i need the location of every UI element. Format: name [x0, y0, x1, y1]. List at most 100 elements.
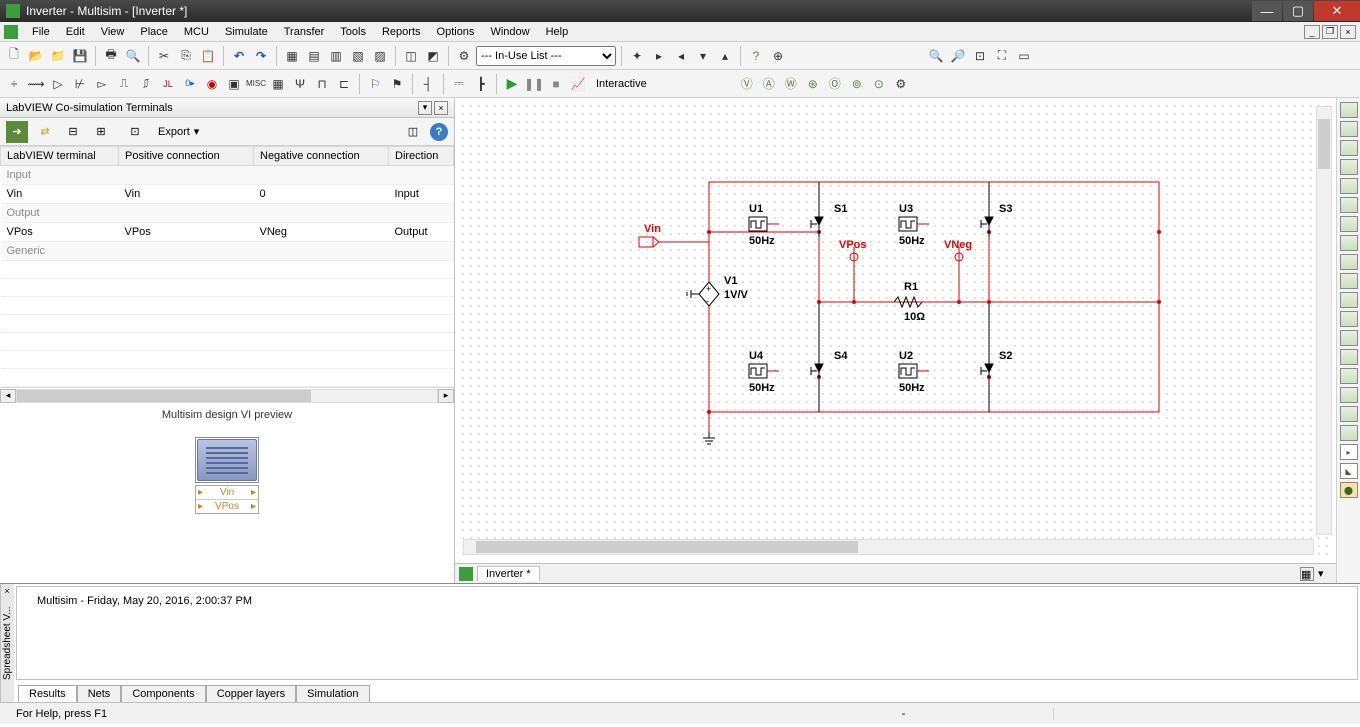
- tb-icon-8[interactable]: ⚙: [454, 46, 474, 66]
- tab-simulation[interactable]: Simulation: [296, 685, 369, 702]
- menu-tools[interactable]: Tools: [332, 24, 374, 40]
- interactive-icon[interactable]: 📈: [568, 74, 588, 94]
- col-terminal[interactable]: LabVIEW terminal: [1, 147, 119, 166]
- comp-indicator-icon[interactable]: ◉: [202, 74, 222, 94]
- comp-power-icon[interactable]: ▣: [224, 74, 244, 94]
- save-icon[interactable]: 💾: [70, 46, 90, 66]
- pause-icon[interactable]: ❚❚: [524, 74, 544, 94]
- add-in-icon[interactable]: ⊟: [62, 121, 84, 143]
- open-icon[interactable]: 📂: [26, 46, 46, 66]
- instr-ag-scope-icon[interactable]: [1340, 406, 1358, 422]
- instr-icon-5[interactable]: Ⓞ: [825, 74, 845, 94]
- tb-icon-3[interactable]: ▥: [326, 46, 346, 66]
- doc-tab[interactable]: Inverter *: [477, 566, 540, 581]
- instr-iv-icon[interactable]: [1340, 292, 1358, 308]
- table-row[interactable]: VinVin0Input: [1, 185, 454, 204]
- comp-cmos-icon[interactable]: ⎎: [136, 74, 156, 94]
- tb2-icon-1[interactable]: ⎓: [449, 74, 469, 94]
- instr-icon-6[interactable]: ⊚: [847, 74, 867, 94]
- instr-spec-icon[interactable]: [1340, 330, 1358, 346]
- instr-icon-7[interactable]: ⊙: [869, 74, 889, 94]
- table-hscroll[interactable]: ◂▸: [0, 387, 454, 403]
- window-icon[interactable]: ◫: [402, 121, 424, 143]
- menu-help[interactable]: Help: [538, 24, 577, 40]
- minimize-button[interactable]: —: [1252, 1, 1282, 21]
- spreadsheet-side-tab[interactable]: Spreadsheet V... ×: [0, 584, 14, 702]
- instr-icon-4[interactable]: ⊛: [803, 74, 823, 94]
- config-icon[interactable]: ⊡: [124, 121, 146, 143]
- comp-misc-icon[interactable]: JL: [158, 74, 178, 94]
- mdi-minimize[interactable]: _: [1304, 25, 1320, 39]
- instr-dist-icon[interactable]: [1340, 311, 1358, 327]
- comp-ttl-icon[interactable]: ⎍: [114, 74, 134, 94]
- comp-source-icon[interactable]: ÷: [4, 74, 24, 94]
- tb-icon-1[interactable]: ▦: [282, 46, 302, 66]
- comp-mcu-icon[interactable]: ⚐: [365, 74, 385, 94]
- instr-icon-2[interactable]: Ⓐ: [759, 74, 779, 94]
- tb-icon-11[interactable]: ◂: [671, 46, 691, 66]
- instr-funcgen-icon[interactable]: [1340, 121, 1358, 137]
- export-button[interactable]: Export ▾: [152, 123, 205, 140]
- paste-icon[interactable]: 📋: [198, 46, 218, 66]
- instr-logicconv-icon[interactable]: [1340, 273, 1358, 289]
- tb-icon-6[interactable]: ◫: [401, 46, 421, 66]
- tab-results[interactable]: Results: [18, 685, 77, 702]
- tb-icon-14[interactable]: ⊕: [768, 46, 788, 66]
- open2-icon[interactable]: 📁: [48, 46, 68, 66]
- instr-scope-icon[interactable]: [1340, 159, 1358, 175]
- comp-analog-icon[interactable]: ▻: [92, 74, 112, 94]
- stop-icon[interactable]: ■: [546, 74, 566, 94]
- menu-transfer[interactable]: Transfer: [276, 24, 333, 40]
- comp-mixed-icon[interactable]: 0▸: [180, 74, 200, 94]
- copy-icon[interactable]: ⎘: [176, 46, 196, 66]
- tab-nets[interactable]: Nets: [77, 685, 122, 702]
- canvas-hscroll[interactable]: [463, 539, 1314, 555]
- mdi-close[interactable]: ×: [1340, 25, 1356, 39]
- preview-icon[interactable]: 🔍: [123, 46, 143, 66]
- instr-ag-fg-icon[interactable]: [1340, 368, 1358, 384]
- menu-mcu[interactable]: MCU: [176, 24, 217, 40]
- comp-diode-icon[interactable]: ▷: [48, 74, 68, 94]
- tb-icon-13[interactable]: ▴: [715, 46, 735, 66]
- col-direction[interactable]: Direction: [389, 147, 454, 166]
- table-row[interactable]: VPosVPosVNegOutput: [1, 223, 454, 242]
- zoom-in-icon[interactable]: 🔍: [926, 46, 946, 66]
- instr-multimeter-icon[interactable]: [1340, 102, 1358, 118]
- instr-probe-icon[interactable]: ⬤: [1340, 482, 1358, 498]
- tb-icon-7[interactable]: ◩: [423, 46, 443, 66]
- comp-transistor-icon[interactable]: ⊬: [70, 74, 90, 94]
- tb-icon-4[interactable]: ▧: [348, 46, 368, 66]
- zoom-area-icon[interactable]: ⊡: [970, 46, 990, 66]
- spreadsheet-close-icon[interactable]: ×: [3, 586, 13, 596]
- tab-components[interactable]: Components: [121, 685, 205, 702]
- tb-icon-5[interactable]: ▨: [370, 46, 390, 66]
- instr-icon-8[interactable]: ⚙: [891, 74, 911, 94]
- menu-options[interactable]: Options: [429, 24, 483, 40]
- instr-wordgen-icon[interactable]: [1340, 235, 1358, 251]
- undo-icon[interactable]: ↶: [229, 46, 249, 66]
- help-icon[interactable]: ?: [746, 46, 766, 66]
- run-icon[interactable]: ▶: [502, 74, 522, 94]
- instr-net-icon[interactable]: [1340, 349, 1358, 365]
- mdi-restore[interactable]: ❐: [1322, 25, 1338, 39]
- tb-icon-12[interactable]: ▾: [693, 46, 713, 66]
- instr-bode-icon[interactable]: [1340, 197, 1358, 213]
- tb-icon-9[interactable]: ✦: [627, 46, 647, 66]
- fullscreen-icon[interactable]: ▭: [1014, 46, 1034, 66]
- tb2-icon-2[interactable]: ┣: [471, 74, 491, 94]
- menu-file[interactable]: File: [24, 24, 58, 40]
- print-icon[interactable]: 🖶: [101, 46, 121, 66]
- panel-dropdown-icon[interactable]: ▾: [418, 101, 432, 115]
- menu-reports[interactable]: Reports: [374, 24, 429, 40]
- add-out-icon[interactable]: ⊞: [90, 121, 112, 143]
- comp-hier-icon[interactable]: ⚑: [387, 74, 407, 94]
- menu-place[interactable]: Place: [132, 24, 176, 40]
- instr-icon-3[interactable]: Ⓦ: [781, 74, 801, 94]
- menu-simulate[interactable]: Simulate: [217, 24, 276, 40]
- redo-icon[interactable]: ↷: [251, 46, 271, 66]
- new-icon[interactable]: 🗋: [4, 46, 24, 66]
- tab-copper[interactable]: Copper layers: [206, 685, 296, 702]
- tb-icon-2[interactable]: ▤: [304, 46, 324, 66]
- schematic-canvas[interactable]: Vin + - V1 1V/V: [459, 102, 1332, 559]
- cut-icon[interactable]: ✂: [154, 46, 174, 66]
